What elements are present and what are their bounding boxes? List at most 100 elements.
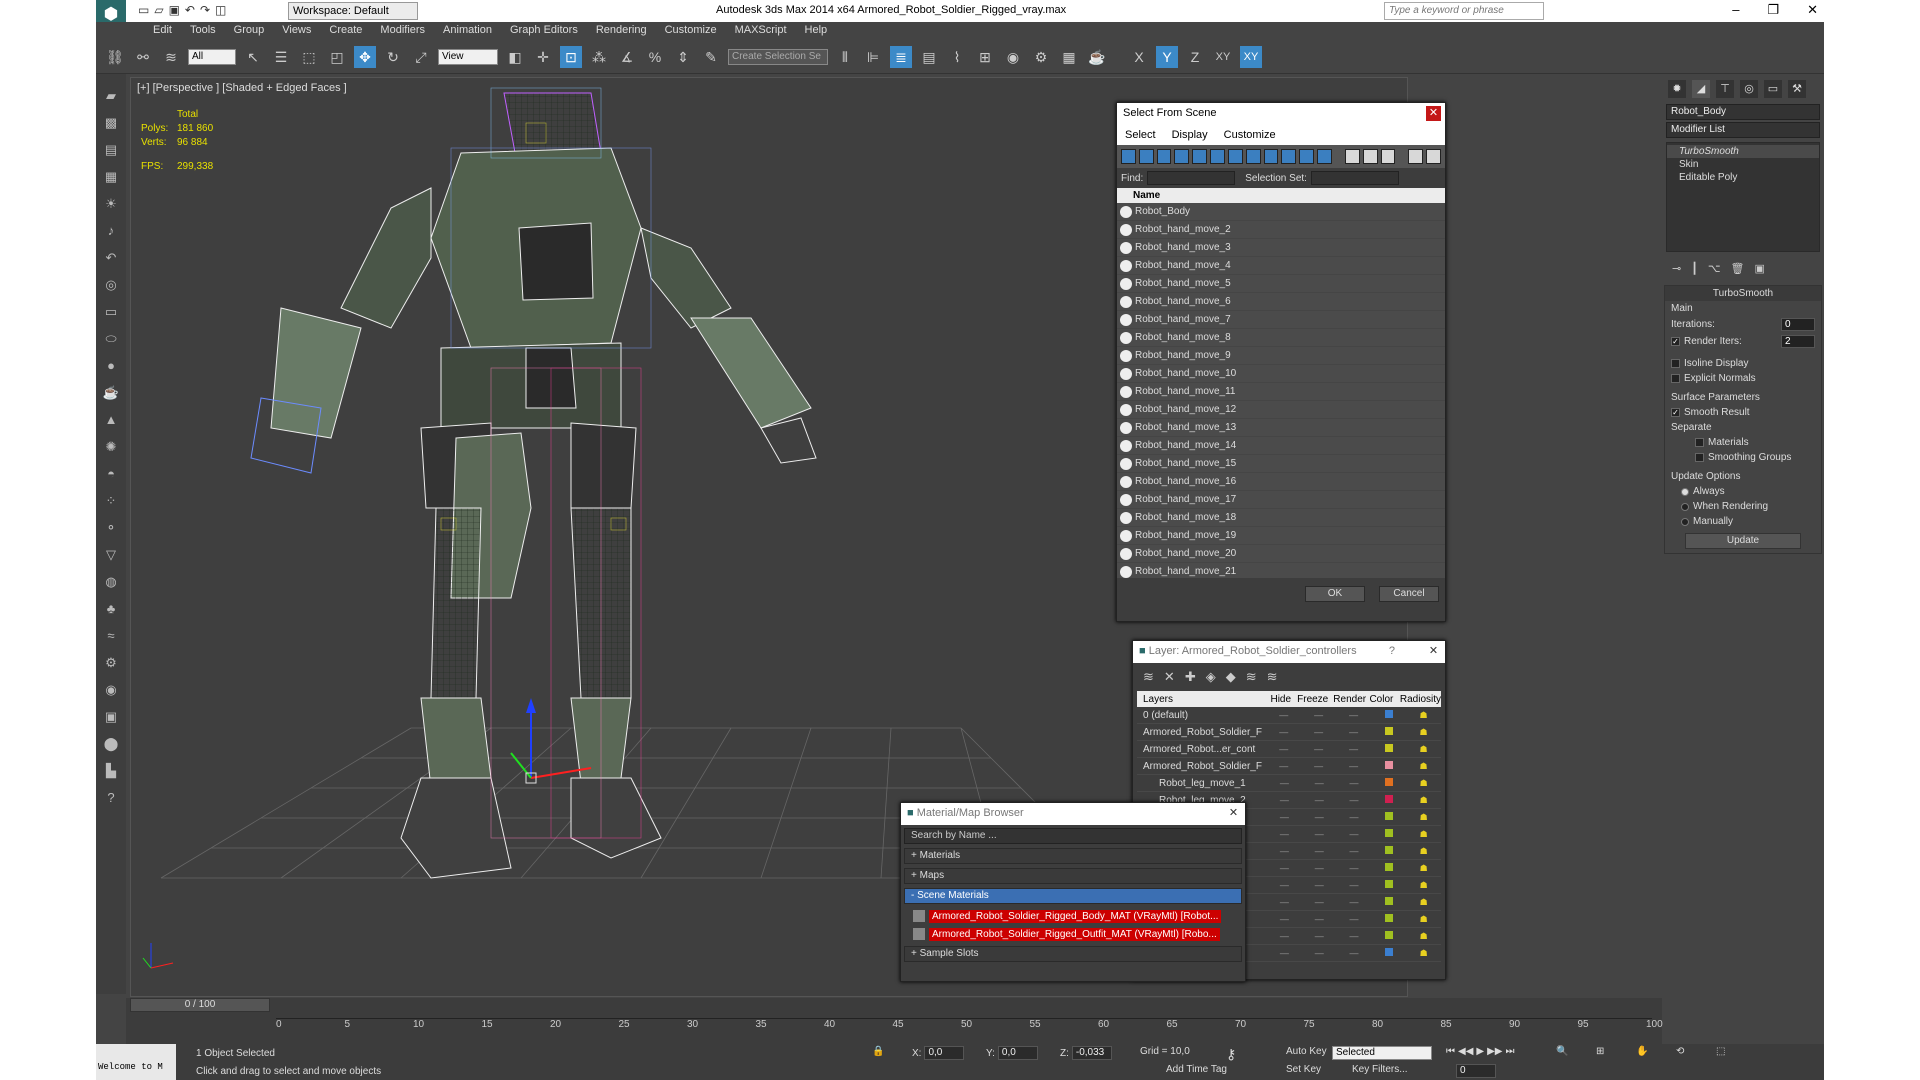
hair-icon[interactable]: ≈ [101, 626, 121, 646]
update-button[interactable]: Update [1685, 533, 1801, 549]
find-input[interactable] [1147, 171, 1236, 185]
freeze-toggle[interactable]: — [1301, 761, 1336, 771]
filter-spacewarps-icon[interactable] [1210, 149, 1225, 164]
selection-filter-dropdown[interactable]: All [188, 48, 236, 65]
table-row[interactable]: Robot_leg_move_1— — — ☗ [1137, 775, 1441, 792]
display-invert-icon[interactable] [1380, 149, 1396, 164]
col-layers[interactable]: Layers [1137, 694, 1270, 705]
freeze-toggle[interactable]: — [1301, 727, 1336, 737]
radiosity-icon[interactable]: ☗ [1406, 897, 1441, 908]
list-item[interactable]: Robot_hand_move_4 [1117, 257, 1445, 275]
stack-item-turbosmooth[interactable]: TurboSmooth [1667, 145, 1819, 158]
close-icon[interactable]: ✕ [1226, 806, 1241, 821]
hide-toggle[interactable]: — [1266, 744, 1301, 754]
sort-icon[interactable] [1408, 149, 1424, 164]
scale-icon[interactable]: ⤢ [410, 46, 432, 68]
percent-snap-icon[interactable]: % [644, 46, 666, 68]
render-toggle[interactable]: — [1337, 829, 1372, 839]
axis-z-button[interactable]: Z [1184, 46, 1206, 68]
new-layer-icon[interactable]: ≋ [1143, 669, 1154, 685]
layer-color-swatch[interactable] [1371, 778, 1406, 788]
freeze-toggle[interactable]: — [1302, 812, 1337, 822]
freeze-toggle[interactable]: — [1302, 778, 1337, 788]
lock-icon[interactable]: 🔒 [872, 1046, 884, 1057]
layer-color-swatch[interactable] [1371, 880, 1406, 890]
add-to-layer-icon[interactable]: ✚ [1185, 669, 1196, 685]
hide-toggle[interactable]: — [1267, 795, 1302, 805]
orbit-icon[interactable]: ⟲ [1676, 1046, 1684, 1057]
axis-y-button[interactable]: Y [1156, 45, 1178, 68]
filter-lights-icon[interactable] [1156, 149, 1172, 164]
layer-color-swatch[interactable] [1371, 931, 1406, 941]
list-item[interactable]: Robot_hand_move_19 [1117, 527, 1445, 545]
ok-button[interactable]: OK [1305, 586, 1365, 602]
pin-stack-icon[interactable]: ⊸ [1672, 262, 1681, 275]
render-iters-checkbox[interactable]: ✓ [1671, 337, 1680, 346]
radiosity-icon[interactable]: ☗ [1406, 761, 1441, 772]
render-toggle[interactable]: — [1336, 710, 1371, 720]
document-icon[interactable]: ▤ [101, 140, 121, 160]
filter-frozen-icon[interactable] [1299, 149, 1315, 164]
display-all-icon[interactable] [1344, 149, 1360, 164]
scene-icon[interactable]: ▣ [101, 707, 121, 727]
render-toggle[interactable]: — [1336, 744, 1371, 754]
freeze-toggle[interactable]: — [1302, 829, 1337, 839]
globe-icon[interactable]: ◍ [101, 572, 121, 592]
list-item[interactable]: Robot_hand_move_8 [1117, 329, 1445, 347]
ball-icon[interactable]: ◉ [101, 680, 121, 700]
axis-xy-cycle-button[interactable]: XY [1240, 45, 1262, 68]
list-item[interactable]: Robot_hand_move_13 [1117, 419, 1445, 437]
teapot-icon[interactable]: ☕ [101, 383, 121, 403]
filter-helpers-icon[interactable] [1192, 149, 1208, 164]
light-bulb-icon[interactable]: ☀ [101, 194, 121, 214]
maxscript-listener[interactable]: Welcome to M [96, 1044, 176, 1080]
axis-xy-button[interactable]: XY [1212, 46, 1234, 68]
maximize-viewport-icon[interactable]: ⬚ [1716, 1046, 1725, 1057]
stack-item-skin[interactable]: Skin [1667, 158, 1819, 171]
make-unique-icon[interactable]: ⌥ [1708, 262, 1721, 275]
list-item[interactable]: Robot_hand_move_12 [1117, 401, 1445, 419]
select-in-layer-icon[interactable]: ◈ [1206, 669, 1216, 685]
close-icon[interactable]: ✕ [1426, 106, 1441, 121]
redo-icon[interactable]: ↷ [200, 3, 210, 17]
help-icon[interactable]: ? [101, 788, 121, 808]
render-toggle[interactable]: — [1336, 727, 1371, 737]
help-icon[interactable]: ? [1389, 645, 1395, 657]
rollout-title[interactable]: TurboSmooth [1665, 286, 1821, 301]
workspace-dropdown[interactable]: Workspace: Default [288, 2, 418, 20]
freeze-toggle[interactable]: — [1302, 795, 1337, 805]
explicit-normals-checkbox[interactable] [1671, 374, 1680, 383]
menu-item-maxscript[interactable]: MAXScript [726, 22, 796, 40]
layer-color-swatch[interactable] [1371, 829, 1406, 839]
render-toggle[interactable]: — [1337, 863, 1372, 873]
key-icon[interactable]: ⚷ [1226, 1046, 1236, 1063]
undo-strip-icon[interactable]: ↶ [101, 248, 121, 268]
display-none-icon[interactable] [1362, 149, 1378, 164]
layer-color-swatch[interactable] [1371, 744, 1406, 754]
isoline-checkbox[interactable] [1671, 359, 1680, 368]
x-input[interactable]: 0,0 [924, 1046, 965, 1060]
hide-toggle[interactable]: — [1267, 863, 1302, 873]
layer-manager-icon[interactable]: ≣ [890, 45, 912, 68]
image-icon[interactable]: ▩ [101, 113, 121, 133]
filter-hidden-icon[interactable] [1317, 149, 1332, 164]
freeze-toggle[interactable]: — [1301, 744, 1336, 754]
set-key-button[interactable]: Set Key [1286, 1064, 1321, 1075]
spinner-snap-icon[interactable]: ⇕ [672, 46, 694, 68]
menu-item-help[interactable]: Help [796, 22, 837, 40]
layer-color-swatch[interactable] [1371, 727, 1406, 737]
layer-color-swatch[interactable] [1371, 761, 1406, 771]
hide-all-icon[interactable]: ≋ [1246, 669, 1257, 685]
col-render[interactable]: Render [1333, 694, 1369, 705]
angle-snap-icon[interactable]: ∡ [616, 46, 638, 68]
material-item[interactable]: Armored_Robot_Soldier_Rigged_Body_MAT (V… [913, 908, 1233, 924]
material-editor-icon[interactable]: ◉ [1002, 46, 1024, 68]
unlink-icon[interactable]: ⚯ [132, 46, 154, 68]
radiosity-icon[interactable]: ☗ [1406, 795, 1441, 806]
zoom-icon[interactable]: 🔍 [1556, 1046, 1568, 1057]
table-row[interactable]: Armored_Robot...er_cont — — — ☗ [1137, 741, 1441, 758]
filter-xrefs-icon[interactable] [1245, 149, 1261, 164]
dome-icon[interactable]: ◓ [101, 464, 121, 484]
list-item[interactable]: Robot_hand_move_14 [1117, 437, 1445, 455]
render-toggle[interactable]: — [1337, 778, 1372, 788]
